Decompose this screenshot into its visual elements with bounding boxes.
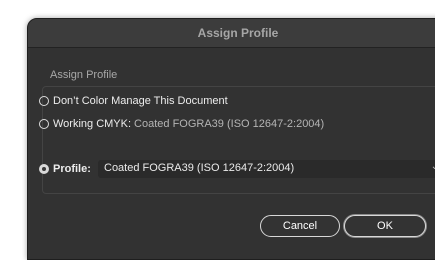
option-working-cmyk[interactable]: Working CMYK: Coated FOGRA39 (ISO 12647-…	[39, 116, 324, 132]
working-cmyk-value: Coated FOGRA39 (ISO 12647-2:2004)	[134, 118, 325, 130]
chevron-down-icon: ⌄	[431, 161, 435, 172]
option-profile[interactable]: Profile:	[39, 161, 91, 177]
dialog-title: Assign Profile	[197, 26, 279, 40]
option-dont-color-manage[interactable]: Don’t Color Manage This Document	[39, 93, 228, 109]
option-working-cmyk-label: Working CMYK:	[53, 118, 132, 130]
radio-working-cmyk[interactable]	[39, 119, 49, 129]
option-dont-color-manage-label: Don’t Color Manage This Document	[53, 95, 228, 107]
profile-dropdown-value: Coated FOGRA39 (ISO 12647-2:2004)	[104, 162, 295, 174]
assign-profile-dialog: Assign Profile Assign Profile Don’t Colo…	[27, 18, 435, 260]
cancel-button[interactable]: Cancel	[260, 215, 340, 237]
dialog-titlebar[interactable]: Assign Profile	[28, 19, 435, 48]
group-label: Assign Profile	[50, 69, 118, 81]
radio-dont-color-manage[interactable]	[39, 96, 49, 106]
profile-dropdown[interactable]: Coated FOGRA39 (ISO 12647-2:2004) ⌄	[98, 160, 435, 178]
option-profile-label: Profile:	[53, 163, 91, 175]
radio-profile[interactable]	[39, 164, 49, 174]
ok-button[interactable]: OK	[344, 215, 426, 237]
